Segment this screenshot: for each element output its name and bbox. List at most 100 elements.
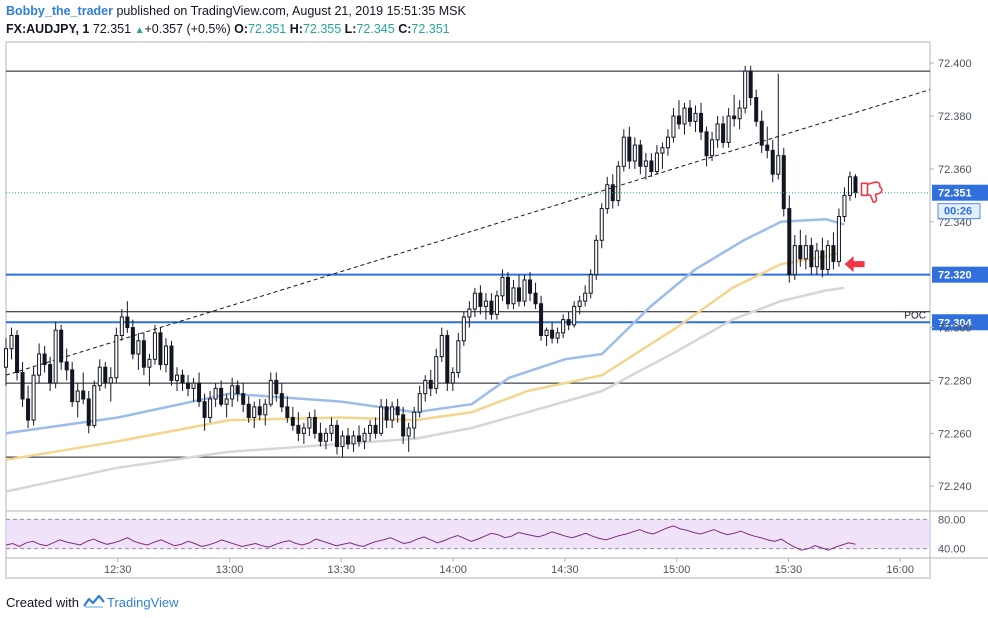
candle-body[interactable] [213,387,218,400]
candle-body[interactable] [544,329,549,336]
candle-body[interactable] [31,374,36,421]
candle-body[interactable] [136,340,141,355]
candle-body[interactable] [434,356,439,389]
candle-body[interactable] [704,131,709,157]
candle-body[interactable] [765,144,770,151]
candle-body[interactable] [417,393,422,413]
candle-body[interactable] [461,316,466,342]
candle-body[interactable] [285,406,290,418]
candle-body[interactable] [671,115,676,138]
candle-body[interactable] [197,382,202,403]
candle-body[interactable] [108,377,113,384]
candle-body[interactable] [798,245,803,260]
candle-body[interactable] [770,149,775,175]
candle-body[interactable] [59,329,64,363]
candle-body[interactable] [307,416,312,429]
candle-body[interactable] [511,287,516,305]
candle-body[interactable] [809,245,814,268]
candle-body[interactable] [241,393,246,405]
candle-body[interactable] [92,385,97,426]
candle-body[interactable] [516,287,522,302]
candle-body[interactable] [588,274,593,294]
candle-body[interactable] [522,279,527,302]
candle-body[interactable] [15,334,20,374]
candle-body[interactable] [412,411,417,429]
candle-body[interactable] [152,332,157,360]
candle-body[interactable] [163,345,168,366]
candle-body[interactable] [550,329,555,339]
candle-body[interactable] [86,398,91,426]
candle-body[interactable] [621,136,626,167]
candle-body[interactable] [632,144,637,162]
candle-body[interactable] [312,416,317,434]
candle-body[interactable] [682,107,687,125]
candle-body[interactable] [505,276,510,305]
candle-body[interactable] [75,390,80,403]
candle-body[interactable] [555,332,560,339]
candle-body[interactable] [81,390,86,400]
candle-body[interactable] [627,136,632,162]
candle-body[interactable] [186,382,191,389]
candle-body[interactable] [20,372,25,400]
candle-body[interactable] [528,279,533,294]
candle-body[interactable] [357,435,362,442]
candle-body[interactable] [191,382,196,389]
candle-body[interactable] [70,369,75,403]
candle-body[interactable] [114,334,119,379]
candle-body[interactable] [721,123,726,143]
candle-body[interactable] [268,379,273,405]
candle-body[interactable] [401,414,406,437]
candle-body[interactable] [483,300,488,307]
candle-body[interactable] [814,250,819,268]
candle-body[interactable] [246,403,251,418]
candle-body[interactable] [500,276,505,297]
candle-body[interactable] [318,432,323,442]
candle-body[interactable] [158,332,163,366]
candle-body[interactable] [119,316,124,336]
candle-body[interactable] [362,432,367,442]
candle-body[interactable] [616,165,621,202]
candle-body[interactable] [26,398,31,421]
candle-body[interactable] [9,334,14,350]
candle-body[interactable] [776,155,781,175]
candle-body[interactable] [274,379,279,395]
candle-body[interactable] [660,147,665,154]
candle-body[interactable] [665,136,670,149]
candle-body[interactable] [478,292,483,307]
candle-body[interactable] [792,245,797,276]
candle-body[interactable] [605,184,610,210]
candle-body[interactable] [715,123,720,141]
candle-body[interactable] [406,427,411,437]
candle-body[interactable] [467,308,472,318]
candle-body[interactable] [257,406,262,416]
candle-body[interactable] [743,70,748,109]
candle-body[interactable] [423,379,428,395]
thumbs-down-icon[interactable] [860,181,883,203]
candle-body[interactable] [345,435,351,445]
candle-body[interactable] [842,194,847,218]
candle-body[interactable] [296,424,301,434]
arrow-left-icon[interactable] [844,256,865,273]
candle-body[interactable] [340,435,345,448]
candle-body[interactable] [230,385,235,400]
candle-body[interactable] [710,139,715,157]
candle-body[interactable] [676,115,681,125]
candle-body[interactable] [395,406,400,416]
candle-body[interactable] [643,160,648,167]
candle-body[interactable] [334,424,339,448]
candle-body[interactable] [566,319,571,326]
candle-body[interactable] [561,319,566,334]
candle-body[interactable] [235,385,240,395]
candle-body[interactable] [594,239,599,276]
candle-body[interactable] [224,398,229,405]
candle-body[interactable] [351,435,356,445]
candle-body[interactable] [638,144,643,167]
candle-body[interactable] [208,398,213,418]
candle-body[interactable] [450,372,455,384]
candle-body[interactable] [53,329,58,384]
candle-body[interactable] [64,361,69,371]
candle-body[interactable] [147,358,152,368]
candle-body[interactable] [37,353,42,376]
candle-body[interactable] [141,340,146,368]
candle-body[interactable] [726,115,731,143]
